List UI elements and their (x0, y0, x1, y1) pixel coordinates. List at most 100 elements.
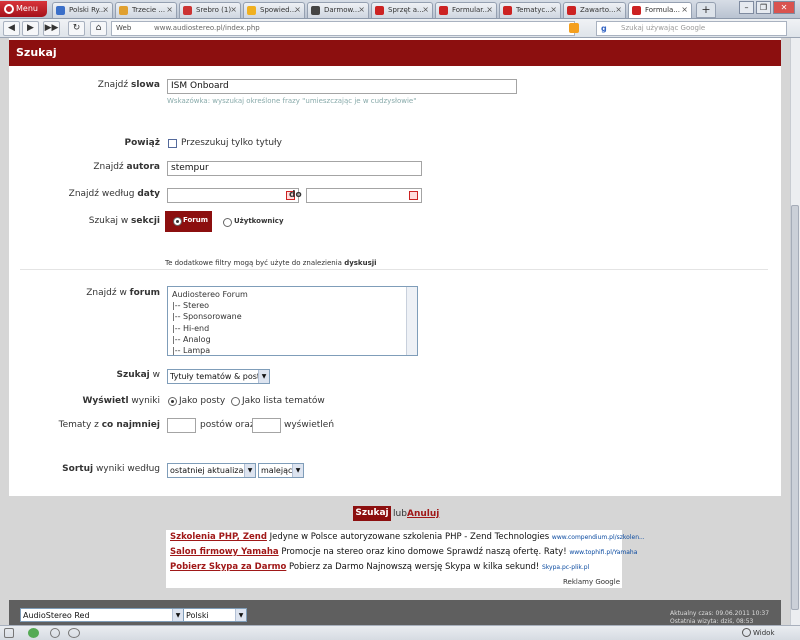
chevron-down-icon: ▼ (172, 609, 183, 621)
users-radio[interactable] (223, 218, 232, 227)
restore-button[interactable]: ❐ (756, 1, 771, 14)
close-tab-icon[interactable]: × (422, 3, 429, 17)
close-tab-icon[interactable]: × (166, 3, 173, 17)
browser-tab[interactable]: Sprzęt a... × (371, 2, 433, 18)
ad-title-link[interactable]: Salon firmowy Yamaha (170, 547, 279, 557)
search-in-select[interactable]: Tytuły tematów & posty ▼ (167, 369, 270, 384)
close-tab-icon[interactable]: × (550, 3, 557, 17)
ad-title-link[interactable]: Pobierz Skypa za Darmo (170, 562, 286, 572)
display-topics-radio[interactable] (231, 397, 240, 406)
ad-title-link[interactable]: Szkolenia PHP, Zend (170, 532, 267, 542)
display-posts-radio[interactable] (168, 397, 177, 406)
ad-url-link[interactable]: www.tophifi.pl/Yamaha (569, 549, 637, 556)
forum-list-item[interactable]: |-- Stereo (172, 300, 417, 311)
search-submit-button[interactable]: Szukaj (353, 506, 391, 521)
forum-option-label: Forum (183, 216, 209, 224)
close-tab-icon[interactable]: × (615, 3, 622, 17)
minimize-button[interactable]: – (739, 1, 754, 14)
date-to-input[interactable] (306, 188, 422, 203)
display-label: Wyświetl wyniki (82, 396, 160, 406)
ad-url-link[interactable]: www.compendium.pl/szkolen... (552, 534, 645, 541)
tab-favicon-icon (375, 6, 384, 15)
close-tab-icon[interactable]: × (294, 3, 301, 17)
cancel-link[interactable]: Anuluj (407, 509, 439, 519)
tab-favicon-icon (632, 6, 641, 15)
browser-tab[interactable]: Trzecie ... × (115, 2, 177, 18)
author-input[interactable]: stempur (167, 161, 422, 176)
titles-only-label: Przeszukuj tylko tytuły (181, 138, 282, 148)
settings-icon[interactable] (68, 628, 80, 638)
zoom-level[interactable]: Widok (100%) (753, 626, 800, 640)
section-forum-option[interactable]: Forum (165, 211, 212, 232)
forum-radio[interactable] (173, 217, 182, 226)
tab-label: Srebro (1) (196, 6, 232, 14)
reload-button[interactable]: ↻ (68, 21, 85, 36)
close-tab-icon[interactable]: × (230, 3, 237, 17)
back-button[interactable]: ◀ (3, 21, 20, 36)
reload-icon: ↻ (72, 23, 81, 33)
date-from-input[interactable] (167, 188, 299, 203)
close-tab-icon[interactable]: × (681, 3, 688, 17)
forum-list-scrollbar[interactable] (406, 287, 417, 355)
browser-tab[interactable]: Polski Ry... × (52, 2, 113, 18)
home-button[interactable]: ⌂ (90, 21, 107, 36)
search-in-label: Szukaj w (116, 370, 160, 380)
fast-forward-icon: ▶▶ (44, 23, 59, 33)
close-window-button[interactable]: ✕ (773, 1, 795, 14)
tab-label: Formula... (645, 6, 680, 14)
close-tab-icon[interactable]: × (486, 3, 493, 17)
forum-list-item[interactable]: Audiostereo Forum (172, 289, 417, 300)
rss-icon[interactable] (569, 23, 579, 33)
fast-forward-button[interactable]: ▶▶ (43, 21, 60, 36)
forum-list-item[interactable]: |-- Sponsorowane (172, 311, 417, 322)
views-text: wyświetleń (284, 420, 335, 430)
close-tab-icon[interactable]: × (102, 3, 109, 17)
turbo-icon[interactable] (50, 628, 60, 638)
browser-tab[interactable]: Darmow... × (307, 2, 369, 18)
forward-button[interactable]: ▶ (22, 21, 39, 36)
browser-tab[interactable]: Spowied... × (243, 2, 305, 18)
scrollbar-thumb[interactable] (791, 205, 799, 610)
forum-list-item[interactable]: |-- Lampa (172, 345, 417, 355)
zoom-icon[interactable] (742, 628, 751, 637)
close-tab-icon[interactable]: × (358, 3, 365, 17)
back-arrow-icon: ◀ (8, 23, 15, 33)
forum-listbox[interactable]: Audiostereo Forum |-- Stereo |-- Sponsorow… (167, 286, 418, 356)
opera-menu-button[interactable]: Menu (0, 1, 47, 17)
display-topics-label: Jako lista tematów (242, 396, 325, 406)
forum-list-item[interactable]: |-- Analog (172, 334, 417, 345)
style-select[interactable]: AudioStereo Red ▼ (20, 608, 184, 622)
status-bar: Widok (100%) (0, 625, 800, 640)
url-field[interactable]: Web www.audiostereo.pl/index.php (111, 21, 575, 36)
browser-tab[interactable]: Formula... × (628, 2, 692, 18)
tab-label: Polski Ry... (69, 6, 106, 14)
tab-label: Zawarto... (580, 6, 616, 14)
panel-toggle-icon[interactable] (4, 628, 14, 638)
google-ads-box: Szkolenia PHP, Zend Jedyne w Polsce auto… (166, 530, 645, 588)
browser-tab[interactable]: Srebro (1) × (179, 2, 241, 18)
browser-tab[interactable]: Zawarto... × (563, 2, 626, 18)
min-posts-input[interactable] (167, 418, 196, 433)
google-search-field[interactable]: g Szukaj używając Google (596, 21, 787, 36)
speed-dial-icon[interactable] (28, 628, 39, 638)
browser-tab[interactable]: Tematyc... × (499, 2, 561, 18)
tab-favicon-icon (567, 6, 576, 15)
language-select[interactable]: Polski ▼ (183, 608, 247, 622)
calendar-icon[interactable] (409, 191, 418, 200)
sort-order-select[interactable]: malejąco ▼ (258, 463, 304, 478)
tab-favicon-icon (503, 6, 512, 15)
tab-label: Formular... (452, 6, 490, 14)
tab-favicon-icon (183, 6, 192, 15)
words-input[interactable]: ISM Onboard (167, 79, 517, 94)
ad-url-link[interactable]: Skypa.pc-plik.pl (542, 564, 589, 571)
tab-label: Trzecie ... (132, 6, 166, 14)
titles-only-checkbox[interactable] (168, 139, 177, 148)
url-security-badge: Web (116, 24, 132, 32)
min-views-input[interactable] (252, 418, 281, 433)
forum-list-item[interactable]: |-- Hi-end (172, 323, 417, 334)
section-label: Szukaj w sekcji (88, 216, 160, 226)
ads-credit[interactable]: Reklamy Google (563, 578, 620, 586)
new-tab-button[interactable]: + (696, 2, 716, 18)
browser-tab[interactable]: Formular... × (435, 2, 497, 18)
sort-by-select[interactable]: ostatniej aktualizacji ▼ (167, 463, 256, 478)
